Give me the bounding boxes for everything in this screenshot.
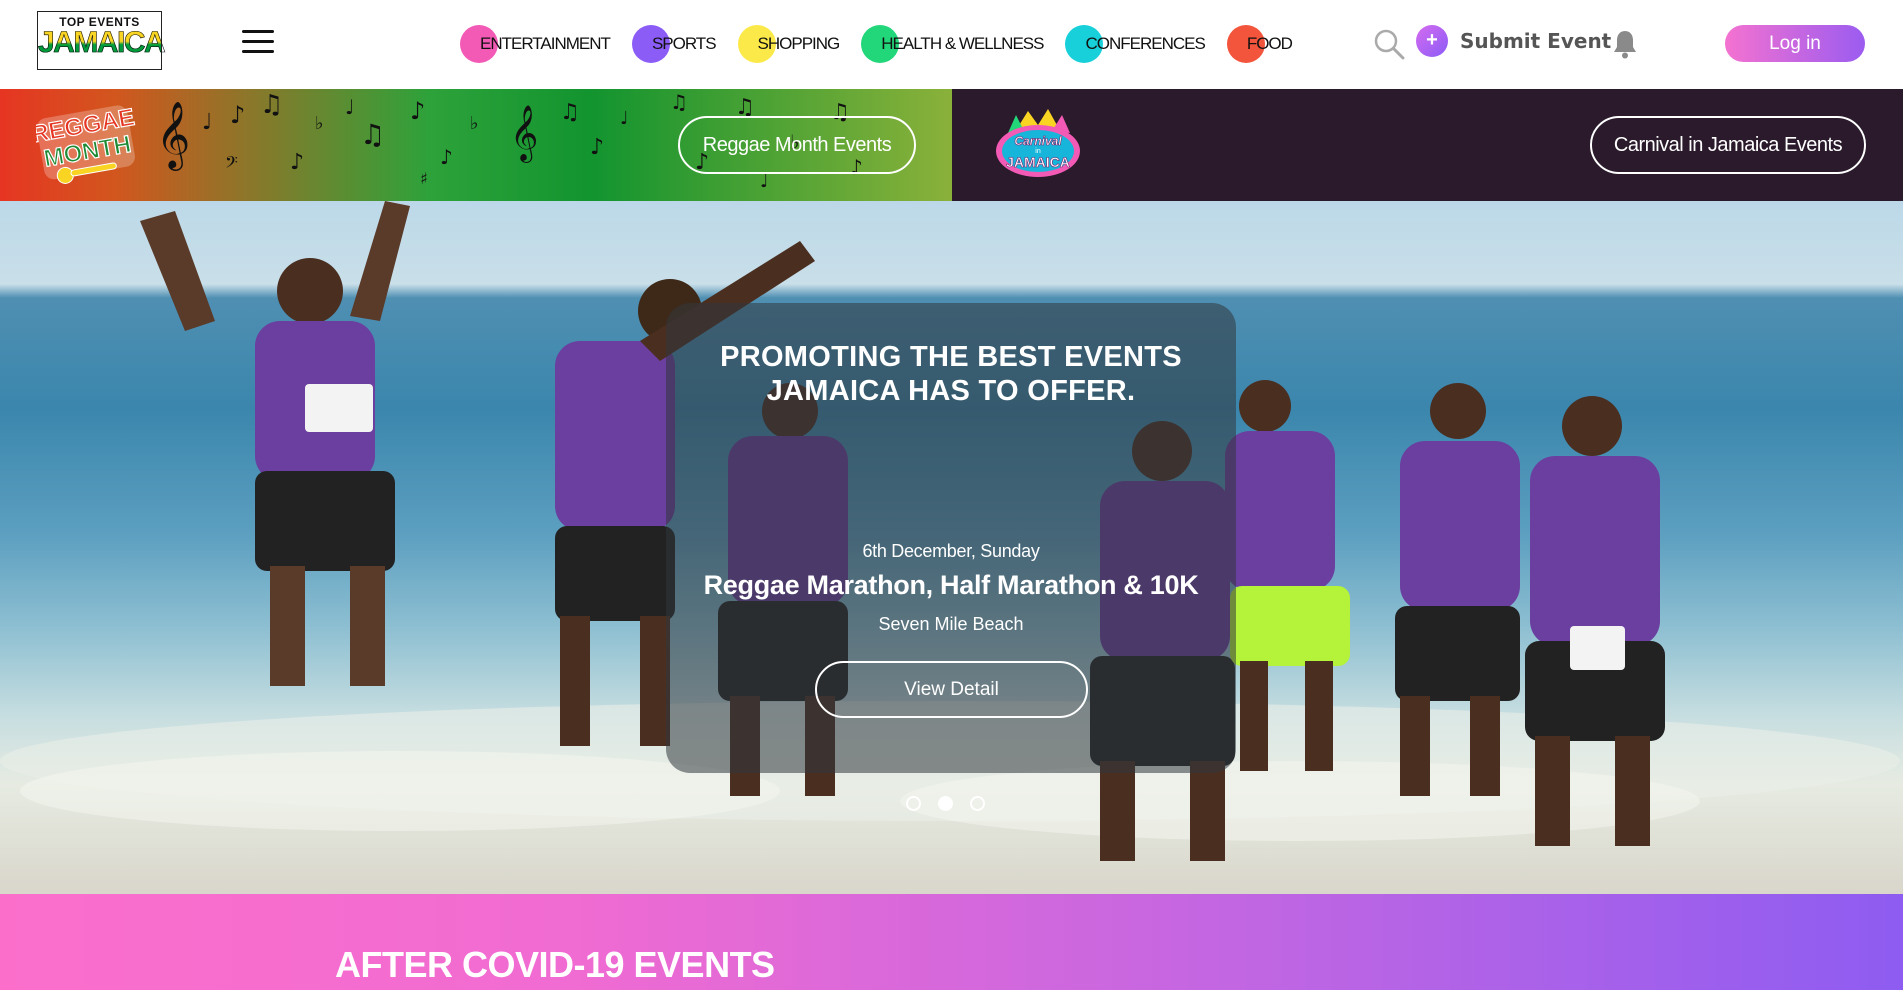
- svg-text:♩: ♩: [345, 95, 354, 119]
- carnival-in-jamaica-events-button[interactable]: Carnival in Jamaica Events: [1590, 116, 1866, 174]
- svg-text:♭: ♭: [315, 113, 324, 134]
- svg-text:♩: ♩: [760, 171, 769, 192]
- submit-event-button[interactable]: + Submit Event: [1416, 25, 1611, 57]
- category-food[interactable]: FOOD: [1226, 24, 1293, 64]
- event-date: 6th December, Sunday: [862, 541, 1040, 561]
- category-label: SPORTS: [651, 34, 717, 53]
- event-location: Seven Mile Beach: [878, 614, 1024, 634]
- reggae-month-banner: 𝄞 ♩ ♪ ♫ 𝄢 ♪ ♭ ♫ ♩ ♪ ♪ ♯ ♭ 𝄞 ♫ ♪ ♩ ♫ ♪ ♫: [0, 89, 952, 201]
- reggae-month-events-button[interactable]: Reggae Month Events: [678, 116, 916, 174]
- svg-text:♩: ♩: [620, 108, 629, 129]
- svg-text:𝄢: 𝄢: [225, 152, 238, 176]
- carnival-in-jamaica-logo[interactable]: Carnival in JAMAICA: [988, 107, 1088, 183]
- submit-event-label: Submit Event: [1460, 29, 1612, 53]
- category-sports[interactable]: SPORTS: [631, 24, 717, 64]
- top-navbar: TOP EVENTS JAMAICA ENTERTAINMENT SPORTS …: [0, 0, 1903, 89]
- carnival-banner: Carnival in JAMAICA Carnival in Jamaica …: [952, 89, 1903, 201]
- svg-text:♫: ♫: [260, 90, 283, 120]
- category-entertainment[interactable]: ENTERTAINMENT: [460, 24, 611, 64]
- site-logo[interactable]: TOP EVENTS JAMAICA: [37, 11, 166, 70]
- svg-text:Carnival: Carnival: [1014, 134, 1062, 148]
- svg-text:♪: ♪: [440, 145, 453, 169]
- svg-text:♫: ♫: [560, 100, 580, 125]
- category-conferences[interactable]: CONFERENCES: [1065, 24, 1206, 64]
- slider-dot-2[interactable]: [938, 796, 953, 811]
- svg-text:♭: ♭: [470, 113, 479, 134]
- hero-title-line-2: JAMAICA HAS TO OFFER.: [766, 375, 1136, 407]
- hero-slider: PROMOTING THE BEST EVENTS JAMAICA HAS TO…: [0, 201, 1903, 894]
- category-label: CONFERENCES: [1085, 34, 1205, 53]
- after-covid-section: AFTER COVID-19 EVENTS: [0, 894, 1903, 990]
- svg-text:♪: ♪: [290, 150, 304, 175]
- svg-text:♩: ♩: [202, 110, 212, 135]
- svg-text:♪: ♪: [230, 101, 245, 129]
- slider-dot-3[interactable]: [970, 796, 985, 811]
- svg-text:♪: ♪: [590, 135, 604, 160]
- hero-title-line-1: PROMOTING THE BEST EVENTS: [720, 341, 1182, 373]
- plus-icon: +: [1416, 25, 1448, 57]
- event-name: Reggae Marathon, Half Marathon & 10K: [703, 570, 1199, 600]
- slider-pagination: [906, 796, 1002, 811]
- svg-text:𝄞: 𝄞: [510, 105, 538, 163]
- svg-text:♯: ♯: [420, 169, 428, 188]
- category-label: FOOD: [1246, 34, 1293, 53]
- promo-banner-strip: 𝄞 ♩ ♪ ♫ 𝄢 ♪ ♭ ♫ ♩ ♪ ♪ ♯ ♭ 𝄞 ♫ ♪ ♩ ♫ ♪ ♫: [0, 89, 1903, 201]
- search-icon[interactable]: [1372, 27, 1406, 61]
- category-nav: ENTERTAINMENT SPORTS SHOPPING HEALTH & W…: [460, 24, 1314, 64]
- svg-text:JAMAICA: JAMAICA: [1006, 154, 1070, 170]
- category-shopping[interactable]: SHOPPING: [737, 24, 841, 64]
- hero-title: PROMOTING THE BEST EVENTS JAMAICA HAS TO…: [666, 340, 1236, 408]
- section-title: AFTER COVID-19 EVENTS: [335, 944, 775, 985]
- svg-text:♪: ♪: [410, 97, 425, 125]
- login-button[interactable]: Log in: [1725, 25, 1865, 62]
- slider-dot-1[interactable]: [906, 796, 921, 811]
- view-detail-button[interactable]: View Detail: [815, 661, 1088, 718]
- category-label: ENTERTAINMENT: [480, 34, 611, 53]
- svg-text:♫: ♫: [360, 118, 385, 151]
- category-label: HEALTH & WELLNESS: [881, 34, 1044, 53]
- svg-text:♫: ♫: [670, 90, 688, 114]
- category-health-wellness[interactable]: HEALTH & WELLNESS: [861, 24, 1044, 64]
- reggae-month-logo[interactable]: REGGAE MONTH: [36, 99, 140, 187]
- hamburger-menu-icon[interactable]: [242, 30, 274, 54]
- category-label: SHOPPING: [757, 34, 841, 53]
- svg-text:𝄞: 𝄞: [156, 100, 190, 171]
- logo-line-2: JAMAICA: [38, 26, 166, 60]
- notification-bell-icon[interactable]: [1612, 29, 1638, 59]
